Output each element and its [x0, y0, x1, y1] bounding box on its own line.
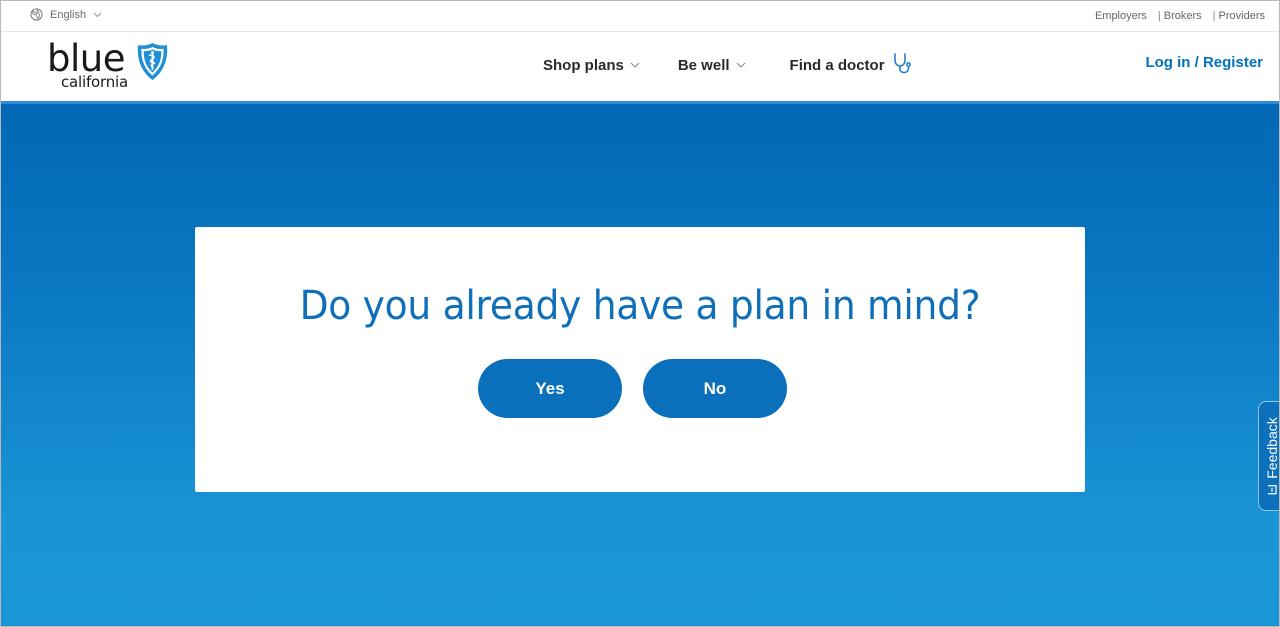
nav-find-a-doctor-label: Find a doctor [789, 56, 885, 74]
feedback-icon [1268, 485, 1277, 495]
page: English Employers | Brokers | Providers … [0, 0, 1280, 627]
divider: | [1157, 10, 1161, 22]
audience-links: Employers | Brokers | Providers [1095, 10, 1265, 22]
stethoscope-icon [893, 53, 911, 74]
chevron-down-icon [736, 62, 745, 68]
chevron-down-icon [630, 62, 640, 68]
plan-question-card: Do you already have a plan in mind? Yes … [195, 227, 1085, 492]
feedback-tab-content: Feedback [1264, 417, 1280, 495]
hero-top-accent [1, 101, 1279, 104]
utility-bar: English Employers | Brokers | Providers [1, 1, 1279, 32]
nav-be-well[interactable]: Be well [678, 57, 746, 74]
language-label: English [50, 8, 87, 21]
primary-nav: Shop plans Be well Find a doctor [543, 53, 914, 74]
feedback-tab[interactable]: Feedback [1258, 401, 1280, 511]
divider: | [1212, 10, 1216, 22]
globe-icon [30, 8, 43, 21]
nav-be-well-label: Be well [677, 56, 730, 74]
blue-shield-logo[interactable]: blue california [47, 39, 172, 93]
employers-link[interactable]: Employers [1095, 10, 1147, 22]
chevron-down-icon [93, 12, 102, 17]
main-header: blue california Shop plans Be well Find … [1, 32, 1279, 101]
nav-shop-plans[interactable]: Shop plans [543, 57, 640, 74]
nav-shop-plans-label: Shop plans [543, 56, 624, 74]
nav-find-a-doctor[interactable]: Find a doctor [789, 53, 914, 74]
feedback-label: Feedback [1264, 417, 1280, 479]
language-selector[interactable]: English [30, 8, 102, 21]
providers-link[interactable]: Providers [1219, 10, 1265, 22]
yes-button[interactable]: Yes [478, 359, 622, 418]
brokers-link[interactable]: Brokers [1164, 10, 1202, 22]
logo-subtitle: california [61, 73, 129, 91]
no-button[interactable]: No [643, 359, 787, 418]
question-heading: Do you already have a plan in mind? [299, 283, 981, 329]
shield-icon [137, 43, 168, 80]
login-register-link[interactable]: Log in / Register [1145, 54, 1263, 71]
answer-buttons: Yes No [478, 359, 787, 418]
